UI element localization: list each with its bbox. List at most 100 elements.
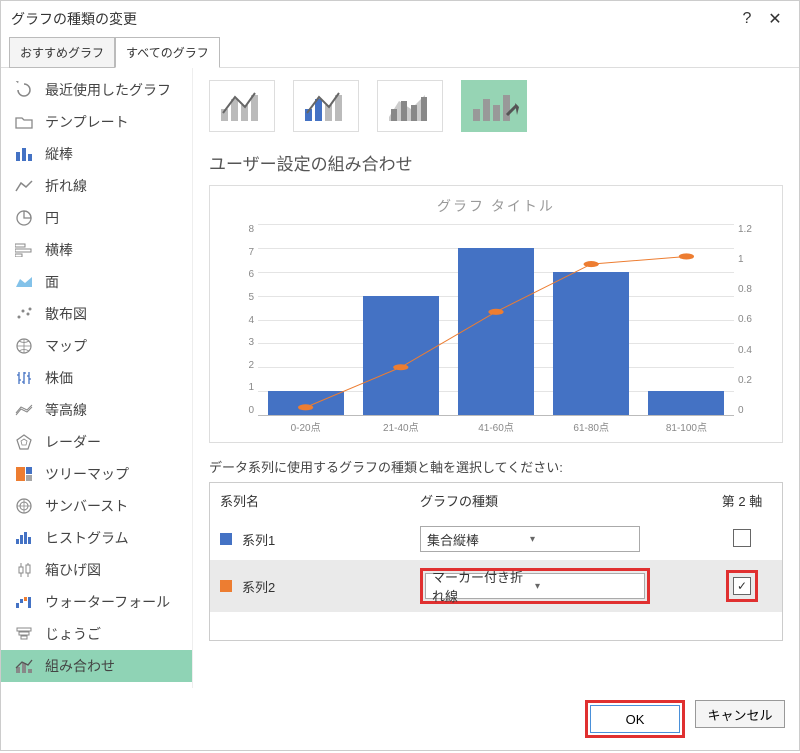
series-name: 系列1 [242, 530, 275, 549]
close-button[interactable]: ✕ [761, 9, 789, 29]
dialog-footer: OK キャンセル [1, 688, 799, 750]
chevron-down-icon: ▾ [535, 581, 638, 592]
surface-chart-icon [13, 400, 35, 420]
ok-button[interactable]: OK [590, 705, 680, 733]
sidebar-item-label: マップ [45, 336, 87, 356]
chart-type-select-2[interactable]: マーカー付き折れ線▾ [425, 573, 645, 599]
sidebar-item-sunburst[interactable]: サンバースト [1, 490, 192, 522]
folder-icon [13, 112, 35, 132]
map-chart-icon [13, 336, 35, 356]
sidebar-item-line[interactable]: 折れ線 [1, 170, 192, 202]
funnel-chart-icon [13, 624, 35, 644]
histogram-chart-icon [13, 528, 35, 548]
sidebar-item-label: レーダー [45, 432, 101, 452]
sidebar-item-waterfall[interactable]: ウォーターフォール [1, 586, 192, 618]
chevron-down-icon: ▾ [530, 534, 633, 545]
sidebar-item-area[interactable]: 面 [1, 266, 192, 298]
sidebar-item-label: 組み合わせ [45, 656, 115, 676]
sidebar-item-boxwhisker[interactable]: 箱ひげ図 [1, 554, 192, 586]
titlebar: グラフの種類の変更 ? ✕ [1, 1, 799, 37]
treemap-chart-icon [13, 464, 35, 484]
sidebar-item-label: テンプレート [45, 112, 129, 132]
sidebar-item-label: 等高線 [45, 400, 87, 420]
sidebar-item-label: 円 [45, 208, 59, 228]
sidebar-item-label: 箱ひげ図 [45, 560, 101, 580]
boxwhisker-chart-icon [13, 560, 35, 580]
plot-area [258, 224, 734, 416]
sidebar-item-scatter[interactable]: 散布図 [1, 298, 192, 330]
sidebar-item-treemap[interactable]: ツリーマップ [1, 458, 192, 490]
combo-thumb-2[interactable] [293, 80, 359, 132]
sidebar-item-label: ツリーマップ [45, 464, 129, 484]
table-row: 系列2 マーカー付き折れ線▾ ✓ [210, 560, 782, 612]
x-axis: 0-20点21-40点41-60点61-80点81-100点 [258, 419, 734, 434]
series-hint: データ系列に使用するグラフの種類と軸を選択してください: [209, 457, 783, 476]
help-button[interactable]: ? [733, 10, 761, 28]
sidebar-item-pie[interactable]: 円 [1, 202, 192, 234]
sidebar-item-label: じょうご [45, 624, 101, 644]
column-chart-icon [13, 144, 35, 164]
y-axis-right: 1.210.80.60.40.20 [738, 224, 764, 416]
sidebar-item-label: 最近使用したグラフ [45, 80, 171, 100]
sidebar-item-bar[interactable]: 横棒 [1, 234, 192, 266]
col-header-axis: 第 2 軸 [712, 491, 772, 510]
tab-recommended[interactable]: おすすめグラフ [9, 37, 115, 68]
sidebar-item-label: ヒストグラム [45, 528, 129, 548]
sidebar-item-label: 折れ線 [45, 176, 87, 196]
scatter-chart-icon [13, 304, 35, 324]
sidebar-item-radar[interactable]: レーダー [1, 426, 192, 458]
section-title: ユーザー設定の組み合わせ [209, 150, 783, 175]
combo-thumb-1[interactable] [209, 80, 275, 132]
line-markers [258, 224, 734, 415]
pie-chart-icon [13, 208, 35, 228]
chart-preview: グラフ タイトル 876543210 1.210.80.60.40.20 [209, 185, 783, 443]
sidebar-item-recent[interactable]: 最近使用したグラフ [1, 74, 192, 106]
bar-chart-icon [13, 240, 35, 260]
col-header-name: 系列名 [220, 491, 420, 510]
sidebar-item-map[interactable]: マップ [1, 330, 192, 362]
col-header-type: グラフの種類 [420, 491, 712, 510]
combo-thumb-custom[interactable] [461, 80, 527, 132]
cancel-button[interactable]: キャンセル [695, 700, 785, 728]
secondary-axis-checkbox-1[interactable] [733, 529, 751, 547]
sidebar-item-funnel[interactable]: じょうご [1, 618, 192, 650]
series-table: 系列名 グラフの種類 第 2 軸 系列1 集合縦棒▾ 系列2 マーカー付き折れ線… [209, 482, 783, 641]
combo-thumb-3[interactable] [377, 80, 443, 132]
tab-bar: おすすめグラフ すべてのグラフ [1, 37, 799, 68]
recent-icon [13, 80, 35, 100]
secondary-axis-checkbox-2[interactable]: ✓ [733, 577, 751, 595]
tab-all[interactable]: すべてのグラフ [115, 37, 220, 68]
chart-type-select-1[interactable]: 集合縦棒▾ [420, 526, 640, 552]
sidebar-item-label: 縦棒 [45, 144, 73, 164]
chart-type-sidebar: 最近使用したグラフ テンプレート 縦棒 折れ線 円 横棒 面 散布図 マップ 株… [1, 68, 193, 688]
sidebar-item-label: 株価 [45, 368, 73, 388]
line-chart-icon [13, 176, 35, 196]
sidebar-item-combo[interactable]: 組み合わせ [1, 650, 192, 682]
sidebar-item-surface[interactable]: 等高線 [1, 394, 192, 426]
combo-subtype-row [209, 80, 783, 132]
area-chart-icon [13, 272, 35, 292]
sidebar-item-column[interactable]: 縦棒 [1, 138, 192, 170]
series-name: 系列2 [242, 577, 275, 596]
combo-chart-icon [13, 656, 35, 676]
sunburst-chart-icon [13, 496, 35, 516]
stock-chart-icon [13, 368, 35, 388]
radar-chart-icon [13, 432, 35, 452]
sidebar-item-stock[interactable]: 株価 [1, 362, 192, 394]
waterfall-chart-icon [13, 592, 35, 612]
chart-title: グラフ タイトル [224, 196, 768, 216]
sidebar-item-label: 散布図 [45, 304, 87, 324]
sidebar-item-label: 横棒 [45, 240, 73, 260]
sidebar-item-template[interactable]: テンプレート [1, 106, 192, 138]
dialog-title: グラフの種類の変更 [11, 9, 733, 29]
main-panel: ユーザー設定の組み合わせ グラフ タイトル 876543210 1.210.80… [193, 68, 799, 688]
y-axis-left: 876543210 [234, 224, 254, 416]
sidebar-item-label: サンバースト [45, 496, 128, 516]
sidebar-item-histogram[interactable]: ヒストグラム [1, 522, 192, 554]
change-chart-type-dialog: グラフの種類の変更 ? ✕ おすすめグラフ すべてのグラフ 最近使用したグラフ … [0, 0, 800, 751]
sidebar-item-label: 面 [45, 272, 59, 292]
sidebar-item-label: ウォーターフォール [45, 592, 170, 612]
series-swatch [220, 580, 232, 592]
series-swatch [220, 533, 232, 545]
table-row: 系列1 集合縦棒▾ [210, 518, 782, 560]
